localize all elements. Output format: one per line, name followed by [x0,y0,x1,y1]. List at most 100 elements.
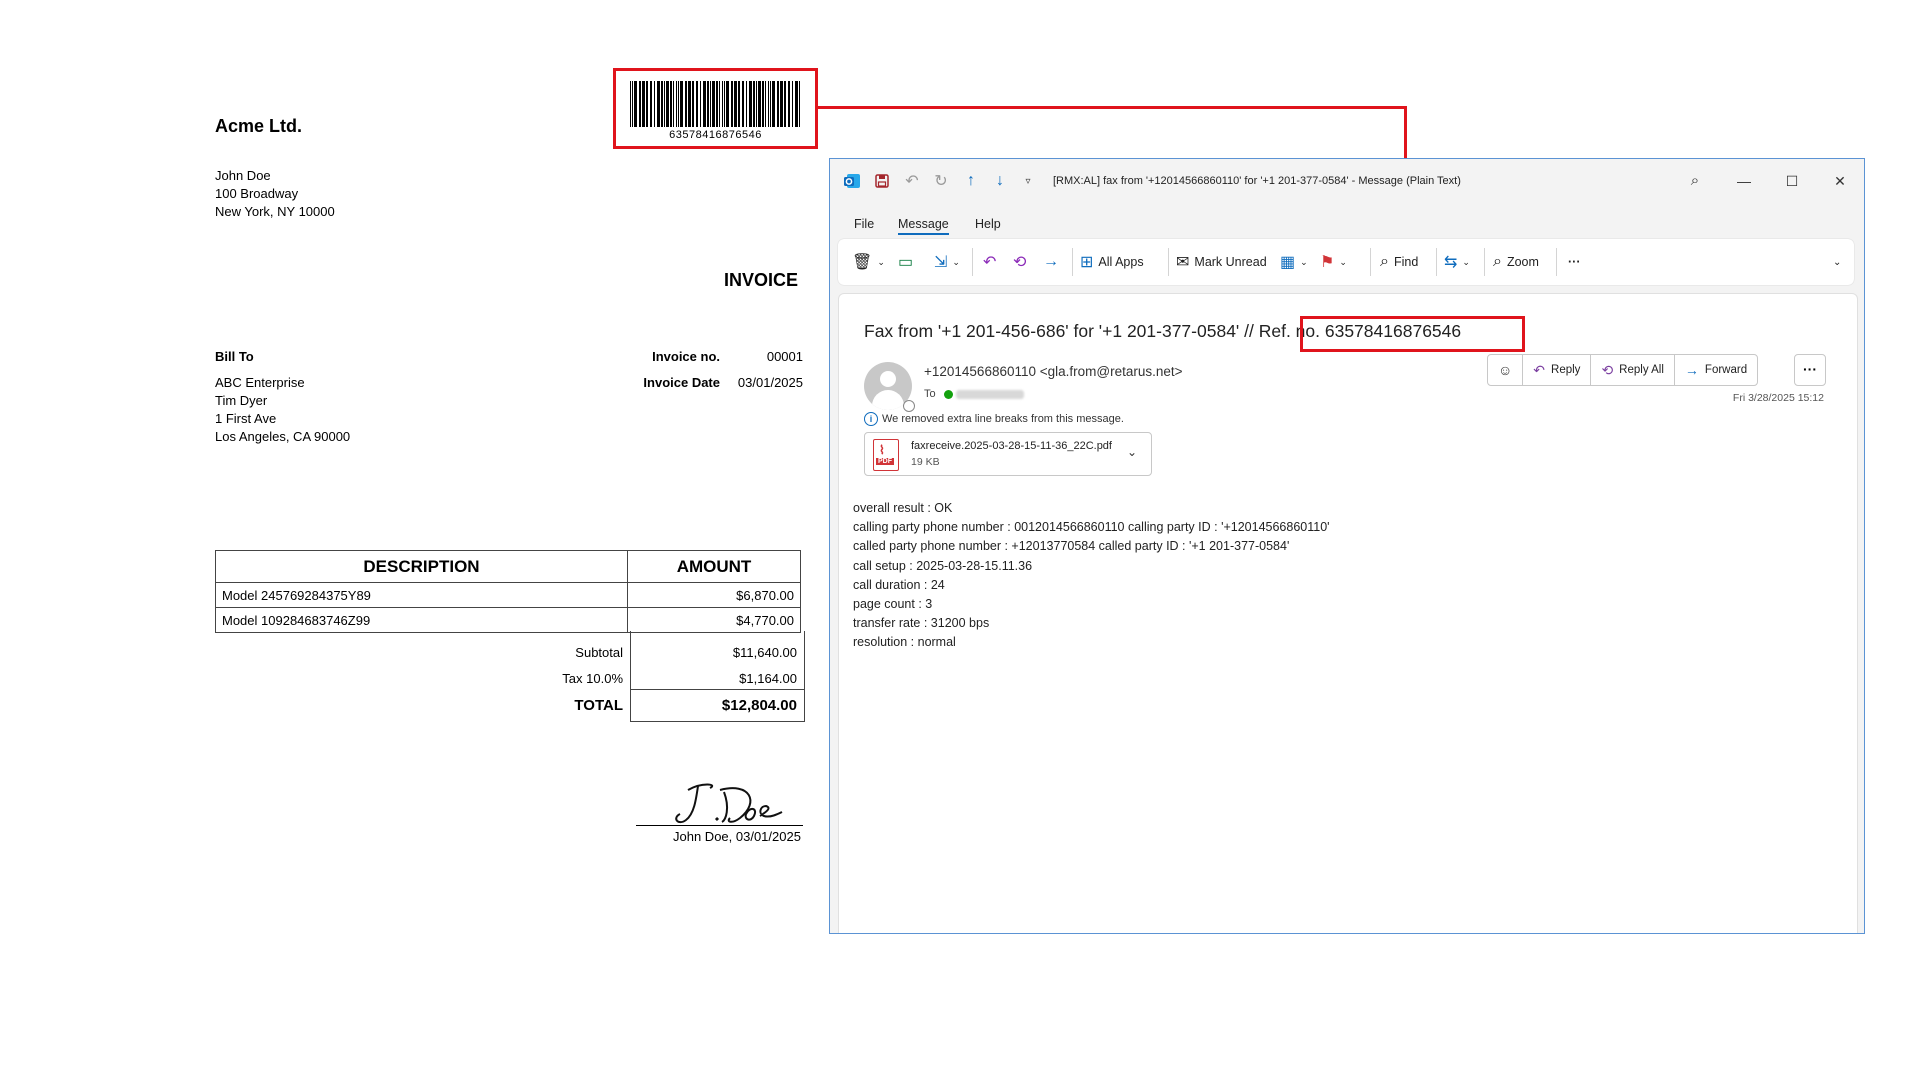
forward-arrow-icon: → [1043,253,1059,270]
chevron-down-icon[interactable]: ⌄ [1127,445,1137,459]
forward-ribbon-button[interactable]: → [1043,251,1064,273]
recipient-redacted [956,390,1024,399]
categorize-button[interactable]: ▦ ⌄ [1280,251,1308,273]
save-icon[interactable] [872,171,892,191]
reply-all-button[interactable]: ⟲ Reply All [1591,355,1675,385]
reply-icon: ↶ [1533,361,1546,378]
bill-to-line: ABC Enterprise [215,375,305,390]
translate-button[interactable]: ⇆ ⌄ [1444,251,1470,273]
down-arrow-icon[interactable]: ↓ [990,171,1010,191]
sender-address: John Doe 100 Broadway New York, NY 10000 [215,167,335,221]
body-line: call setup : 2025-03-28-15.11.36 [853,558,1033,573]
mark-unread-button[interactable]: ✉ Mark Unread [1176,251,1267,273]
invoice-no-label: Invoice no. [652,349,720,364]
maximize-icon[interactable]: ☐ [1777,169,1807,193]
line-break-notice: i We removed extra line breaks from this… [864,412,1124,426]
forward-icon: → [1684,362,1699,378]
signature-caption: John Doe, 03/01/2025 [673,829,801,844]
divider [972,248,973,276]
table-row: Model 245769284375Y89 $6,870.00 [215,582,801,608]
archive-button[interactable]: ▭ [898,251,918,273]
undo-all-icon: ⟲ [1013,254,1027,271]
divider [1556,248,1557,276]
reply-label: Reply [1551,364,1581,376]
description-header: DESCRIPTION [215,550,628,583]
message-body: overall result : OK calling party phone … [853,499,1330,653]
zoom-icon: ⌕ [1493,253,1502,270]
divider [1072,248,1073,276]
redo-icon[interactable]: ↻ [931,171,951,191]
forward-button[interactable]: → Forward [1675,355,1757,385]
envelope-icon: ✉ [1176,254,1190,271]
address-line: New York, NY 10000 [215,204,335,219]
invoice-date-label: Invoice Date [643,375,720,390]
body-line: called party phone number : +12013770584… [853,539,1290,554]
item-description: Model 109284683746Z99 [215,607,628,633]
reading-pane: Fax from '+1 201-456-686' for '+1 201-37… [838,293,1858,933]
outlook-icon [842,171,862,191]
menu-message[interactable]: Message [898,217,949,235]
more-actions-button[interactable]: ··· [1794,354,1826,386]
recipient-status-icon [944,390,953,399]
close-icon[interactable]: ✕ [1825,169,1855,193]
barcode-highlight: 63578416876546 [613,68,818,149]
chevron-down-icon: ⌄ [952,256,960,267]
move-button[interactable]: ⇲ ⌄ [934,251,960,273]
ribbon-expand-button[interactable]: ⌄ [1833,251,1841,273]
reply-button[interactable]: ↶ Reply [1523,355,1592,385]
reference-highlight [1300,316,1525,352]
divider [1168,248,1169,276]
flag-button[interactable]: ⚑ ⌄ [1320,251,1347,273]
attachment-size: 19 KB [911,456,940,468]
emoji-button[interactable]: ☺ [1488,355,1524,385]
zoom-button[interactable]: ⌕ Zoom [1493,251,1539,273]
chevron-down-icon: ⌄ [1462,256,1470,267]
message-actions: ☺ ↶ Reply ⟲ Reply All → Forward [1487,354,1759,386]
bill-to-line: Tim Dyer [215,393,268,408]
reply-all-ribbon-button[interactable]: ⟲ [1013,251,1031,273]
menu-file[interactable]: File [854,217,874,231]
search-icon[interactable]: ⌕ [1680,169,1710,193]
amount-header: AMOUNT [627,550,801,583]
find-button[interactable]: ⌕ Find [1380,251,1418,273]
pdf-icon: ⌇ PDF [873,439,899,471]
find-label: Find [1393,255,1419,269]
invoice-no-value: 00001 [766,349,803,364]
invoice-items-table: DESCRIPTION AMOUNT Model 245769284375Y89… [215,550,801,633]
archive-icon: ▭ [898,254,914,271]
notice-text: We removed extra line breaks from this m… [882,413,1124,425]
signature [675,783,783,824]
delete-button[interactable]: 🗑 ⌄ [852,251,885,273]
customize-icon[interactable]: ▿ [1018,171,1038,191]
invoice-date-value: 03/01/2025 [737,375,803,390]
divider [630,689,804,690]
more-options-button[interactable]: ··· [1568,251,1581,273]
total-value: $12,804.00 [721,697,797,714]
window-title: [RMX:AL] fax from '+12014566860110' for … [1053,175,1461,187]
message-date: Fri 3/28/2025 15:12 [1732,392,1824,404]
bill-to-address: ABC Enterprise Tim Dyer 1 First Ave Los … [215,374,350,446]
minimize-icon[interactable]: — [1729,169,1759,193]
sender[interactable]: +12014566860110 <gla.from@retarus.net> [924,364,1183,379]
reply-all-label: Reply All [1619,364,1664,376]
delete-icon: 🗑 [852,254,873,271]
divider [1484,248,1485,276]
chevron-down-icon: ⌄ [1833,256,1842,268]
chevron-down-icon: ⌄ [1300,256,1308,267]
to-label: To [924,388,936,400]
zoom-label: Zoom [1506,255,1539,269]
barcode [630,81,800,127]
all-apps-button[interactable]: ⊞ All Apps [1080,251,1144,273]
chevron-down-icon: ⌄ [877,256,885,267]
undo-icon[interactable]: ↶ [902,171,922,191]
divider [1370,248,1371,276]
reply-ribbon-button[interactable]: ↶ [983,251,1001,273]
reply-all-icon: ⟲ [1601,361,1614,378]
apps-icon: ⊞ [1080,254,1094,271]
up-arrow-icon[interactable]: ↑ [961,171,981,191]
address-line: John Doe [215,168,271,183]
body-line: call duration : 24 [853,577,945,592]
signature-line [636,825,803,826]
attachment[interactable]: ⌇ PDF faxreceive.2025-03-28-15-11-36_22C.… [864,432,1152,476]
menu-help[interactable]: Help [975,217,1001,231]
